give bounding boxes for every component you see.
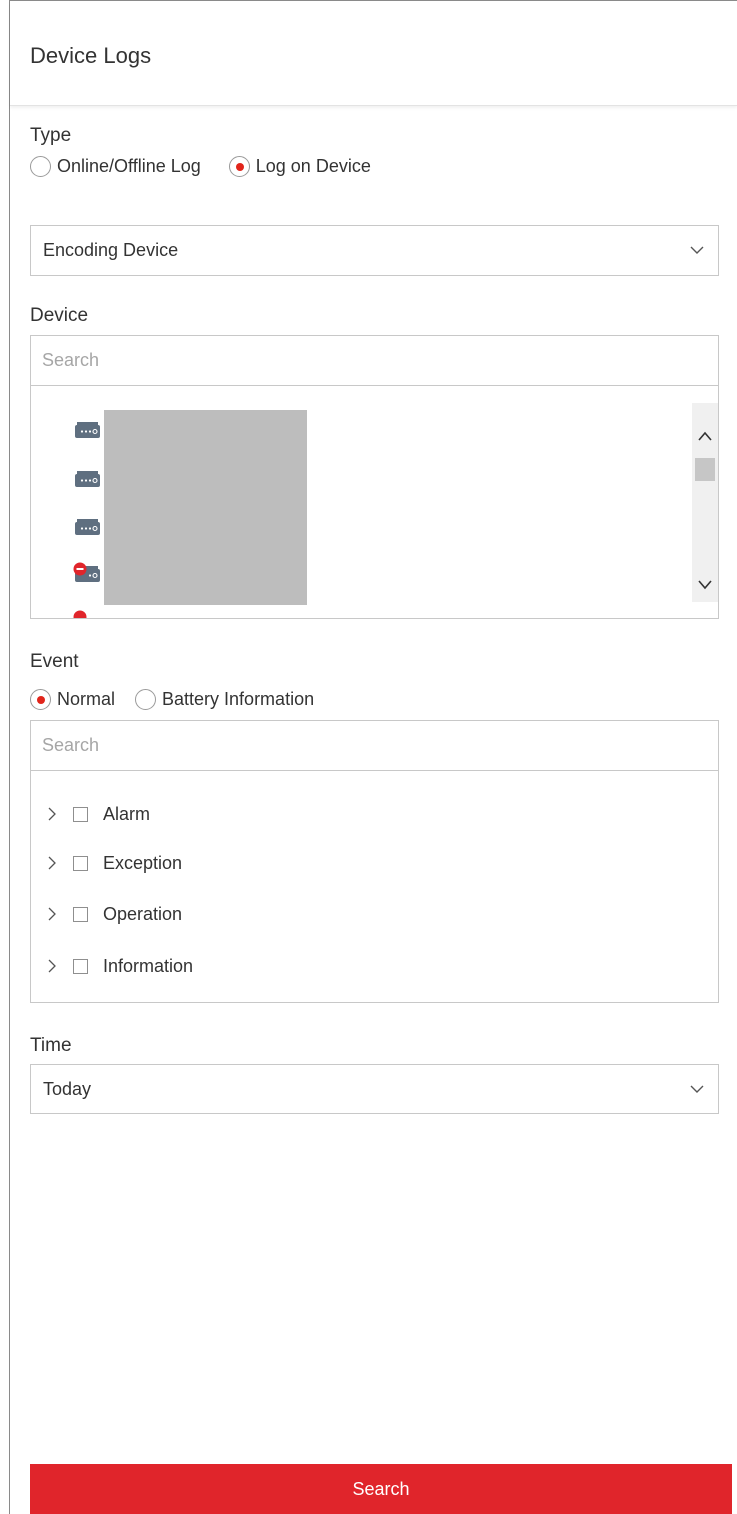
chevron-down-icon [690, 246, 704, 254]
device-list-scrollbar[interactable] [692, 403, 718, 602]
scroll-up-arrow-icon[interactable] [697, 429, 713, 445]
device-search-field[interactable] [30, 335, 719, 386]
redacted-device-names [104, 410, 307, 605]
event-tree-item-exception: Exception [45, 850, 182, 876]
event-item-label: Information [103, 955, 194, 976]
event-tree-item-alarm: Alarm [45, 801, 150, 827]
chevron-right-icon[interactable] [45, 959, 59, 973]
page-title: Device Logs [30, 43, 152, 68]
radio-circle [135, 689, 157, 710]
scroll-down-arrow-icon[interactable] [697, 576, 713, 592]
radio-label: Online/Offline Log [57, 156, 201, 176]
select-value: Encoding Device [43, 240, 179, 260]
event-label: Event [30, 651, 79, 672]
radio-label: Battery Information [162, 689, 315, 709]
select-value: Today [43, 1078, 92, 1099]
time-label: Time [30, 1035, 72, 1056]
scrollbar-thumb[interactable] [695, 458, 715, 481]
radio-battery-information[interactable]: Battery Information [135, 689, 314, 710]
offline-device-icon[interactable] [73, 562, 103, 586]
type-label: Type [30, 125, 72, 146]
event-item-label: Operation [103, 903, 183, 924]
encoding-device-icon[interactable] [73, 467, 103, 491]
checkbox[interactable] [73, 906, 88, 922]
chevron-right-icon[interactable] [45, 856, 59, 870]
event-search-field[interactable] [30, 720, 719, 771]
encoding-device-icon[interactable] [73, 515, 103, 539]
chevron-right-icon[interactable] [45, 807, 59, 821]
event-item-label: Exception [103, 852, 183, 873]
event-search-input[interactable] [31, 721, 718, 770]
radio-log-on-device[interactable]: Log on Device [228, 156, 371, 177]
chevron-right-icon[interactable] [45, 907, 59, 921]
device-search-input[interactable] [31, 336, 718, 385]
event-item-label: Alarm [103, 803, 151, 824]
event-tree: Alarm Exception Operation Information [30, 771, 719, 1003]
radio-circle-selected [228, 156, 250, 177]
event-tree-item-information: Information [45, 953, 193, 979]
radio-normal[interactable]: Normal [30, 689, 115, 710]
radio-circle-selected [30, 689, 51, 710]
type-radio-group: Online/Offline Log Log on Device [30, 156, 371, 177]
checkbox[interactable] [73, 855, 88, 871]
device-list [30, 386, 719, 619]
offline-device-icon[interactable] [73, 610, 103, 619]
encoding-device-icon[interactable] [73, 418, 103, 442]
chevron-down-icon [690, 1085, 704, 1093]
panel-header: Device Logs [10, 1, 737, 106]
radio-circle [30, 156, 51, 177]
search-button[interactable]: Search [30, 1464, 732, 1514]
event-radio-group: Normal Battery Information [30, 689, 314, 710]
device-type-select[interactable]: Encoding Device [30, 225, 719, 276]
checkbox[interactable] [73, 958, 88, 974]
checkbox[interactable] [73, 806, 88, 822]
event-tree-item-operation: Operation [45, 901, 182, 927]
device-logs-panel: Device Logs Type Online/Offline Log Log … [9, 0, 737, 1514]
radio-label: Normal [57, 689, 116, 709]
radio-label: Log on Device [255, 156, 371, 176]
device-label: Device [30, 305, 89, 326]
time-select[interactable]: Today [30, 1064, 719, 1114]
radio-online-offline-log[interactable]: Online/Offline Log [30, 156, 201, 177]
